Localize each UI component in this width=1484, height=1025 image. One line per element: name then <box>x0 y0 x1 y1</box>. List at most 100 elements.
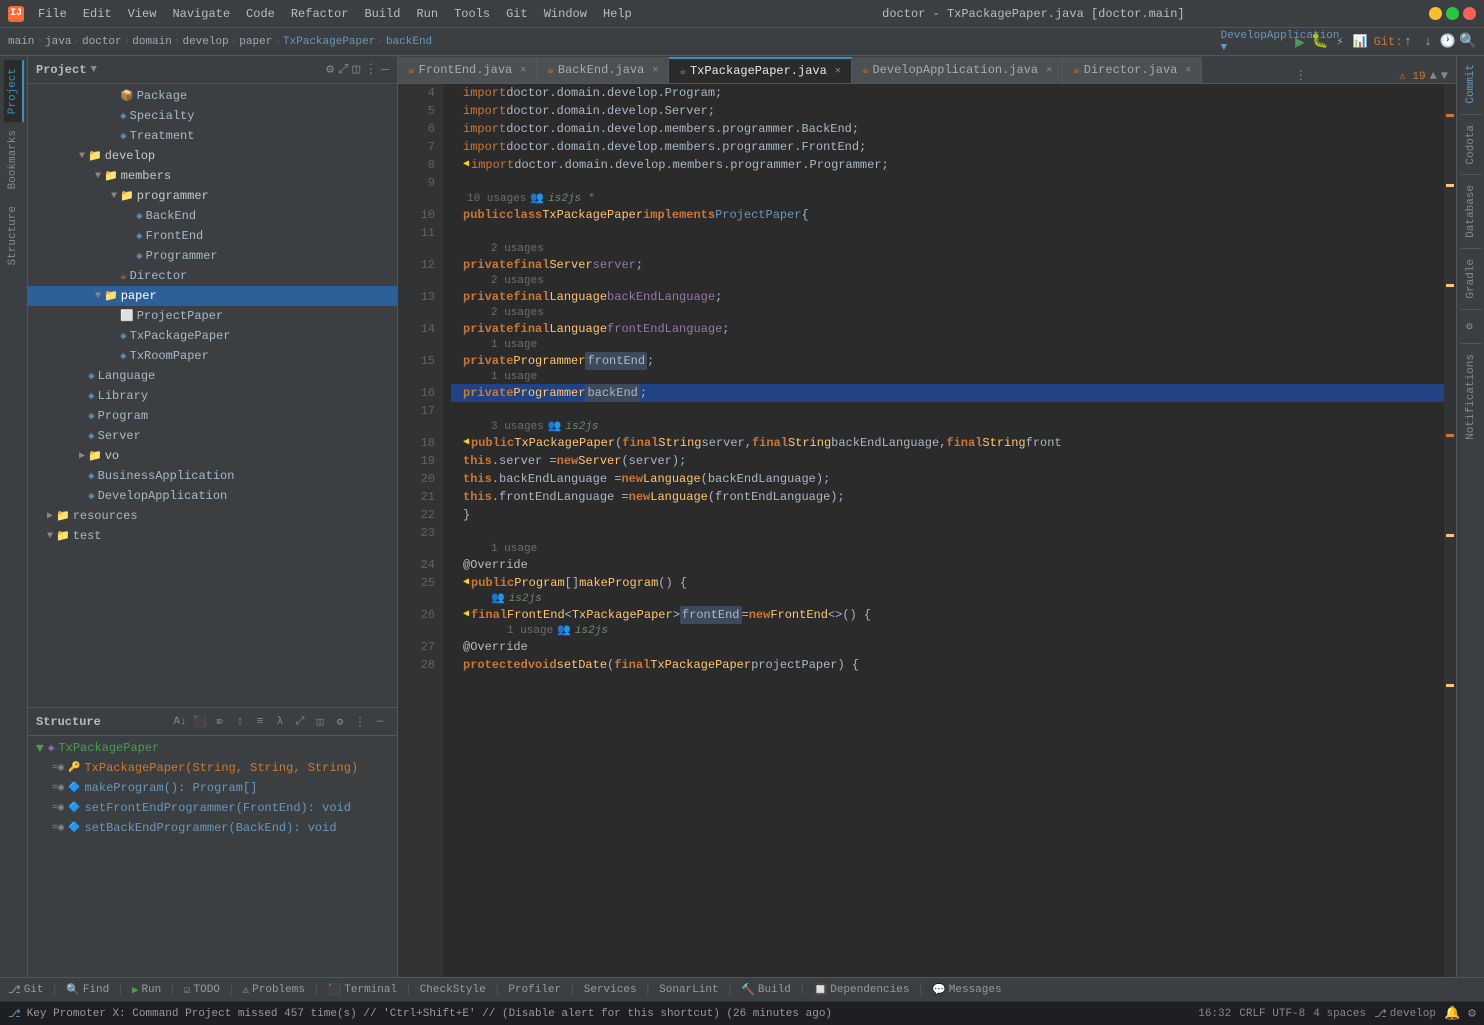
menu-help[interactable]: Help <box>597 5 638 23</box>
tree-item-businessapp[interactable]: ◈ BusinessApplication <box>28 466 397 486</box>
tab-close-frontend[interactable]: ✕ <box>520 64 526 76</box>
minimize-button[interactable] <box>1429 7 1442 20</box>
struct-gear[interactable]: ⚙ <box>331 713 349 731</box>
tree-item-language[interactable]: ◈ Language <box>28 366 397 386</box>
tree-item-members[interactable]: ▼ 📁 members <box>28 166 397 186</box>
tree-item-programmer-cls[interactable]: ◈ Programmer <box>28 246 397 266</box>
run-tool[interactable]: ▶ Run <box>132 983 161 997</box>
scroll-down[interactable]: ▼ <box>1441 69 1448 83</box>
tree-item-developapp[interactable]: ◈ DevelopApplication <box>28 486 397 506</box>
terminal-label[interactable]: Terminal <box>344 984 397 996</box>
git-tool[interactable]: ⎇ Git <box>8 983 44 997</box>
sidebar-dropdown[interactable]: ▼ <box>90 64 97 76</box>
nav-actions[interactable]: DevelopApplication ▼ ▶ 🐛 ⚡ 📊 Git: ↑ ↓ 🕐 … <box>1272 34 1476 50</box>
tab-close-developapp[interactable]: ✕ <box>1046 64 1052 76</box>
menu-window[interactable]: Window <box>538 5 593 23</box>
breadcrumb[interactable]: main › java › doctor › domain › develop … <box>8 36 432 48</box>
menu-git[interactable]: Git <box>500 5 534 23</box>
bc-java[interactable]: java <box>45 36 71 48</box>
bc-class[interactable]: TxPackagePaper <box>283 36 375 48</box>
notifications-icon[interactable]: 🔔 <box>1444 1006 1460 1021</box>
indent-status[interactable]: 4 spaces <box>1313 1008 1366 1020</box>
struct-setbackend[interactable]: =◉ 🔷 setBackEndProgrammer(BackEnd): void <box>28 818 397 838</box>
struct-constructor[interactable]: =◉ 🔑 TxPackagePaper(String, String, Stri… <box>28 758 397 778</box>
menu-run[interactable]: Run <box>410 5 444 23</box>
menu-code[interactable]: Code <box>240 5 281 23</box>
tab-close-director[interactable]: ✕ <box>1185 64 1191 76</box>
tree-item-backend[interactable]: ◈ BackEnd <box>28 206 397 226</box>
struct-setfrontend[interactable]: =◉ 🔷 setFrontEndProgrammer(FrontEnd): vo… <box>28 798 397 818</box>
messages-label[interactable]: Messages <box>949 984 1002 996</box>
menu-bar[interactable]: File Edit View Navigate Code Refactor Bu… <box>32 5 638 23</box>
structure-toolbar[interactable]: A↓ ⬛ ⌦ ↕ ≡ λ ⤢ ◫ ⚙ ⋮ — <box>171 713 389 731</box>
menu-file[interactable]: File <box>32 5 73 23</box>
tab-close-backend[interactable]: ✕ <box>652 64 658 76</box>
close-button[interactable] <box>1463 7 1476 20</box>
sidebar-settings-icon[interactable]: ⚙ <box>326 62 334 77</box>
push-button[interactable]: ↑ <box>1400 34 1416 50</box>
tree-item-package[interactable]: 📦 Package <box>28 86 397 106</box>
tree-item-frontend[interactable]: ◈ FrontEnd <box>28 226 397 246</box>
todo-tool[interactable]: ☑ TODO <box>184 983 220 997</box>
run-label[interactable]: Run <box>141 984 161 996</box>
bc-develop[interactable]: develop <box>182 36 228 48</box>
tab-developapp[interactable]: ☕ DevelopApplication.java ✕ <box>852 57 1063 83</box>
tree-item-test[interactable]: ▼ 📁 test <box>28 526 397 546</box>
tab-backend[interactable]: ☕ BackEnd.java ✕ <box>537 57 669 83</box>
profile-button[interactable]: 📊 <box>1352 34 1368 50</box>
rs-tab-database[interactable]: Database <box>1463 181 1479 242</box>
git-icon[interactable]: Git: <box>1380 34 1396 50</box>
tab-txpackagepaper[interactable]: ☕ TxPackagePaper.java ✕ <box>669 57 851 83</box>
tree-item-develop[interactable]: ▼ 📁 develop <box>28 146 397 166</box>
tree-item-txpackagepaper[interactable]: ◈ TxPackagePaper <box>28 326 397 346</box>
window-controls[interactable] <box>1429 7 1476 20</box>
struct-collapse[interactable]: ◫ <box>311 713 329 731</box>
rs-tab-gradle[interactable]: Gradle <box>1463 255 1479 303</box>
problems-tool[interactable]: ⚠ Problems <box>243 983 305 997</box>
struct-sort-type[interactable]: ⬛ <box>191 713 209 731</box>
sidebar-collapse-icon[interactable]: ◫ <box>352 62 360 77</box>
dependencies-tool[interactable]: 🔲 Dependencies <box>814 983 910 997</box>
coverage-button[interactable]: ⚡ <box>1332 34 1348 50</box>
maximize-button[interactable] <box>1446 7 1459 20</box>
build-label[interactable]: Build <box>758 984 791 996</box>
struct-options[interactable]: ⋮ <box>351 713 369 731</box>
sonarlint-label[interactable]: SonarLint <box>659 984 718 996</box>
bc-paper[interactable]: paper <box>239 36 272 48</box>
left-panel-tabs[interactable]: Project Bookmarks Structure <box>0 56 28 977</box>
git-label[interactable]: Git <box>24 984 44 996</box>
checkstyle-tool[interactable]: CheckStyle <box>420 984 486 996</box>
tree-item-paper[interactable]: ▼ 📁 paper <box>28 286 397 306</box>
sonarlint-tool[interactable]: SonarLint <box>659 984 718 996</box>
search-button[interactable]: 🔍 <box>1460 34 1476 50</box>
run-button[interactable]: ▶ <box>1292 34 1308 50</box>
scroll-up[interactable]: ▲ <box>1430 69 1437 83</box>
tree-item-txroompaper[interactable]: ◈ TxRoomPaper <box>28 346 397 366</box>
rs-tab-notifications[interactable]: Notifications <box>1463 350 1479 444</box>
tree-item-resources[interactable]: ▶ 📁 resources <box>28 506 397 526</box>
tree-item-server[interactable]: ◈ Server <box>28 426 397 446</box>
tree-item-programmer[interactable]: ▼ 📁 programmer <box>28 186 397 206</box>
dependencies-label[interactable]: Dependencies <box>830 984 909 996</box>
tab-director[interactable]: ☕ Director.java ✕ <box>1063 57 1202 83</box>
struct-filter[interactable]: ⌦ <box>211 713 229 731</box>
right-sidebar[interactable]: Commit Codota Database Gradle ⚙ Notifica… <box>1456 56 1484 977</box>
find-label[interactable]: Find <box>83 984 109 996</box>
build-tool[interactable]: 🔨 Build <box>741 983 791 997</box>
messages-tool[interactable]: 💬 Messages <box>932 983 1002 997</box>
checkstyle-label[interactable]: CheckStyle <box>420 984 486 996</box>
menu-refactor[interactable]: Refactor <box>285 5 355 23</box>
tree-item-library[interactable]: ◈ Library <box>28 386 397 406</box>
todo-label[interactable]: TODO <box>194 984 220 996</box>
bc-doctor[interactable]: doctor <box>82 36 122 48</box>
sidebar-expand-icon[interactable]: ⤢ <box>338 62 348 77</box>
tab-frontend[interactable]: ☕ FrontEnd.java ✕ <box>398 57 537 83</box>
line-encoding[interactable]: CRLF UTF-8 <box>1239 1008 1305 1020</box>
cursor-position[interactable]: 16:32 <box>1198 1008 1231 1020</box>
struct-sort-alpha[interactable]: A↓ <box>171 713 189 731</box>
problems-label[interactable]: Problems <box>252 984 305 996</box>
terminal-tool[interactable]: ⬛ Terminal <box>328 983 398 997</box>
struct-inherited[interactable]: ↕ <box>231 713 249 731</box>
sidebar-icons[interactable]: ⚙ ⤢ ◫ ⋮ — <box>326 62 389 77</box>
project-tab[interactable]: Project <box>4 60 24 122</box>
